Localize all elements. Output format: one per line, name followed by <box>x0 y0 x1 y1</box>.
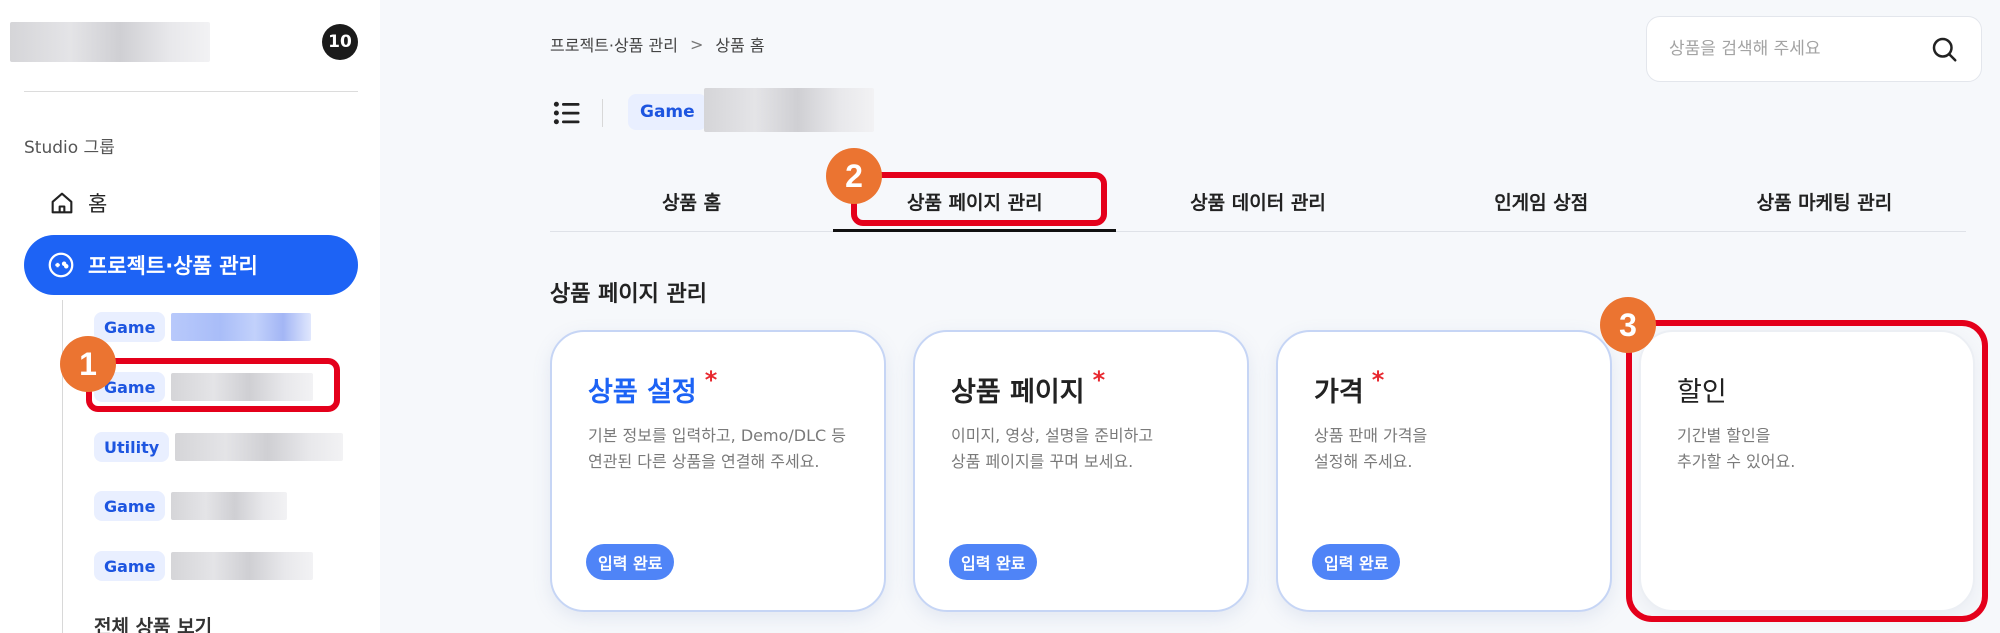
sidebar: 10 Studio 그룹 홈 프로젝트·상품 관리 Game Game Util… <box>0 0 380 633</box>
product-list-item[interactable]: Game <box>94 489 288 523</box>
step-marker-3: 3 <box>1600 297 1656 353</box>
product-type-tag: Game <box>94 551 166 581</box>
step-marker-1: 1 <box>60 336 116 392</box>
tab-ingame-store[interactable]: 인게임 상점 <box>1400 172 1683 231</box>
card-product-page[interactable]: 상품 페이지 * 이미지, 영상, 설명을 준비하고 상품 페이지를 꾸며 보세… <box>913 330 1249 612</box>
studio-name-redacted <box>10 22 210 62</box>
product-type-badge: Game <box>628 94 707 130</box>
card-description-line: 설정해 주세요. <box>1314 452 1413 472</box>
sidebar-item-active-label: 프로젝트·상품 관리 <box>88 254 258 278</box>
tab-product-home[interactable]: 상품 홈 <box>550 172 833 231</box>
breadcrumb-item-current: 상품 홈 <box>715 36 765 55</box>
card-title-text: 상품 페이지 <box>951 377 1085 408</box>
status-badge: 입력 완료 <box>949 544 1038 580</box>
breadcrumb: 프로젝트·상품 관리 > 상품 홈 <box>550 32 765 56</box>
sidebar-divider <box>24 91 358 92</box>
search-icon[interactable] <box>1929 34 1959 64</box>
card-title-text: 상품 설정 <box>588 377 697 408</box>
status-badge: 입력 완료 <box>586 544 675 580</box>
highlight-box-2 <box>851 172 1107 226</box>
card-product-settings[interactable]: 상품 설정 * 기본 정보를 입력하고, Demo/DLC 등 연관된 다른 상… <box>550 330 886 612</box>
product-name-redacted <box>171 492 288 520</box>
required-mark: * <box>704 366 718 394</box>
group-label: Studio 그룹 <box>24 138 115 158</box>
breadcrumb-item-project[interactable]: 프로젝트·상품 관리 <box>550 32 678 56</box>
search-input[interactable] <box>1669 39 1899 59</box>
notification-count-badge[interactable]: 10 <box>322 24 358 60</box>
gamepad-icon <box>48 252 74 278</box>
product-search-box[interactable] <box>1646 16 1982 82</box>
sidebar-item-home[interactable]: 홈 <box>48 186 107 220</box>
product-name-redacted <box>171 552 314 580</box>
card-price[interactable]: 가격 * 상품 판매 가격을 설정해 주세요. 입력 완료 <box>1276 330 1612 612</box>
status-badge: 입력 완료 <box>1312 544 1401 580</box>
card-description: 기본 정보를 입력하고, Demo/DLC 등 연관된 다른 상품을 연결해 주… <box>588 423 848 476</box>
required-mark: * <box>1092 366 1106 394</box>
product-type-tag: Utility <box>94 432 170 462</box>
step-marker-2: 2 <box>826 148 882 204</box>
home-icon <box>51 192 73 214</box>
sidebar-item-project-product-management[interactable]: 프로젝트·상품 관리 <box>24 235 358 295</box>
card-title: 상품 페이지 * <box>951 366 1211 409</box>
card-title: 상품 설정 * <box>588 366 848 409</box>
all-products-link[interactable]: 전체 상품 보기 <box>94 612 212 633</box>
product-list-item[interactable]: Utility <box>94 430 344 464</box>
product-name-redacted <box>175 433 344 461</box>
product-type-tag: Game <box>94 312 166 342</box>
tab-product-marketing[interactable]: 상품 마케팅 관리 <box>1683 172 1966 231</box>
highlight-box-3 <box>1626 320 1988 622</box>
product-type-tag: Game <box>94 491 166 521</box>
card-description-line: 상품 페이지를 꾸며 보세요. <box>951 452 1134 472</box>
section-title: 상품 페이지 관리 <box>550 282 707 307</box>
card-description-line: 이미지, 영상, 설명을 준비하고 <box>951 426 1154 445</box>
card-description: 이미지, 영상, 설명을 준비하고 상품 페이지를 꾸며 보세요. <box>951 423 1211 476</box>
card-description-line: 기본 정보를 입력하고, Demo/DLC 등 <box>588 426 846 445</box>
product-title-redacted <box>704 88 874 132</box>
breadcrumb-separator: > <box>689 34 704 54</box>
sidebar-item-home-label: 홈 <box>88 192 108 216</box>
tab-product-data-management[interactable]: 상품 데이터 관리 <box>1116 172 1399 231</box>
card-title-text: 가격 <box>1314 377 1364 408</box>
product-name-redacted <box>171 313 312 341</box>
product-type-tag: Game <box>628 94 707 130</box>
card-description: 상품 판매 가격을 설정해 주세요. <box>1314 423 1574 476</box>
product-list-item[interactable]: Game <box>94 549 314 583</box>
highlight-box-1 <box>86 358 340 412</box>
card-description-line: 연관된 다른 상품을 연결해 주세요. <box>588 452 820 472</box>
card-title: 가격 * <box>1314 366 1574 409</box>
product-list-item[interactable]: Game <box>94 310 312 344</box>
required-mark: * <box>1371 366 1385 394</box>
tab-bar: 상품 홈 상품 페이지 관리 상품 데이터 관리 인게임 상점 상품 마케팅 관… <box>550 172 1966 232</box>
header-divider <box>602 99 603 127</box>
card-description-line: 상품 판매 가격을 <box>1314 426 1428 445</box>
list-menu-icon[interactable] <box>552 98 582 128</box>
